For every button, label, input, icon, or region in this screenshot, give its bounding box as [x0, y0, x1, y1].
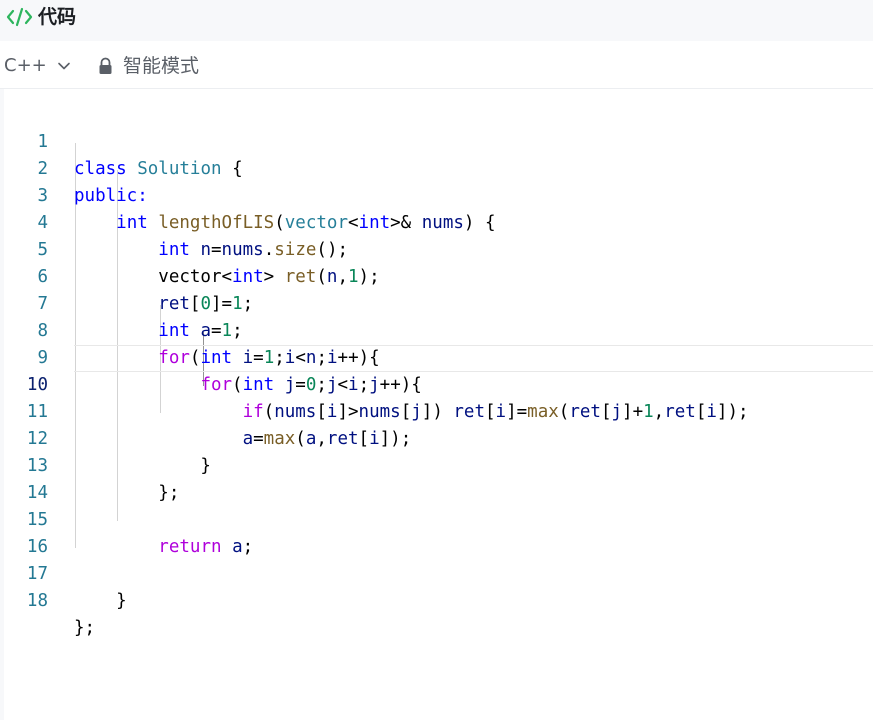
code-line: 14 — [0, 453, 873, 503]
language-label: C++ — [4, 55, 47, 76]
code-icon — [6, 7, 33, 27]
code-line: 5 vector<int> ret(n,1); — [0, 210, 873, 287]
code-panel-header: 代码 — [0, 0, 873, 41]
code-line: 15 return a; — [0, 480, 873, 557]
code-line: 11 a=max(a,ret[i]); — [0, 372, 873, 449]
code-line: 18 }; — [0, 561, 873, 638]
code-text: }; — [74, 618, 96, 638]
smart-mode-toggle[interactable]: 智能模式 — [98, 54, 199, 78]
code-line: 16 — [0, 507, 873, 557]
code-line: 3 int lengthOfLIS(vector<int>& nums) { — [0, 156, 873, 233]
editor-toolbar: C++ 智能模式 — [0, 41, 873, 89]
code-line: 1 class Solution { — [0, 102, 873, 179]
code-editor[interactable]: 1 class Solution { 2 public: 3 int lengt… — [0, 89, 873, 720]
code-line: 4 int n=nums.size(); — [0, 183, 873, 260]
chevron-down-icon — [57, 62, 70, 70]
code-line: 13 }; — [0, 426, 873, 503]
code-line: 12 } — [0, 399, 873, 476]
code-line: 8 for(int i=1;i<n;i++){ — [0, 291, 873, 368]
code-line: 9 for(int j=0;j<i;j++){ — [0, 318, 873, 395]
lock-icon — [99, 57, 112, 74]
line-number: 18 — [26, 591, 48, 611]
mode-label: 智能模式 — [123, 55, 200, 77]
code-line: 17 } — [0, 534, 873, 611]
code-line: 7 int a=1; — [0, 264, 873, 341]
code-text: } — [74, 591, 127, 611]
code-line: 6 ret[0]=1; — [0, 237, 873, 314]
panel-title: 代码 — [38, 6, 77, 28]
language-select[interactable]: C++ — [4, 54, 71, 78]
code-line: 2 public: — [0, 129, 873, 206]
code-line-active: 10 if(nums[i]>nums[j]) ret[i]=max(ret[j]… — [0, 345, 873, 422]
